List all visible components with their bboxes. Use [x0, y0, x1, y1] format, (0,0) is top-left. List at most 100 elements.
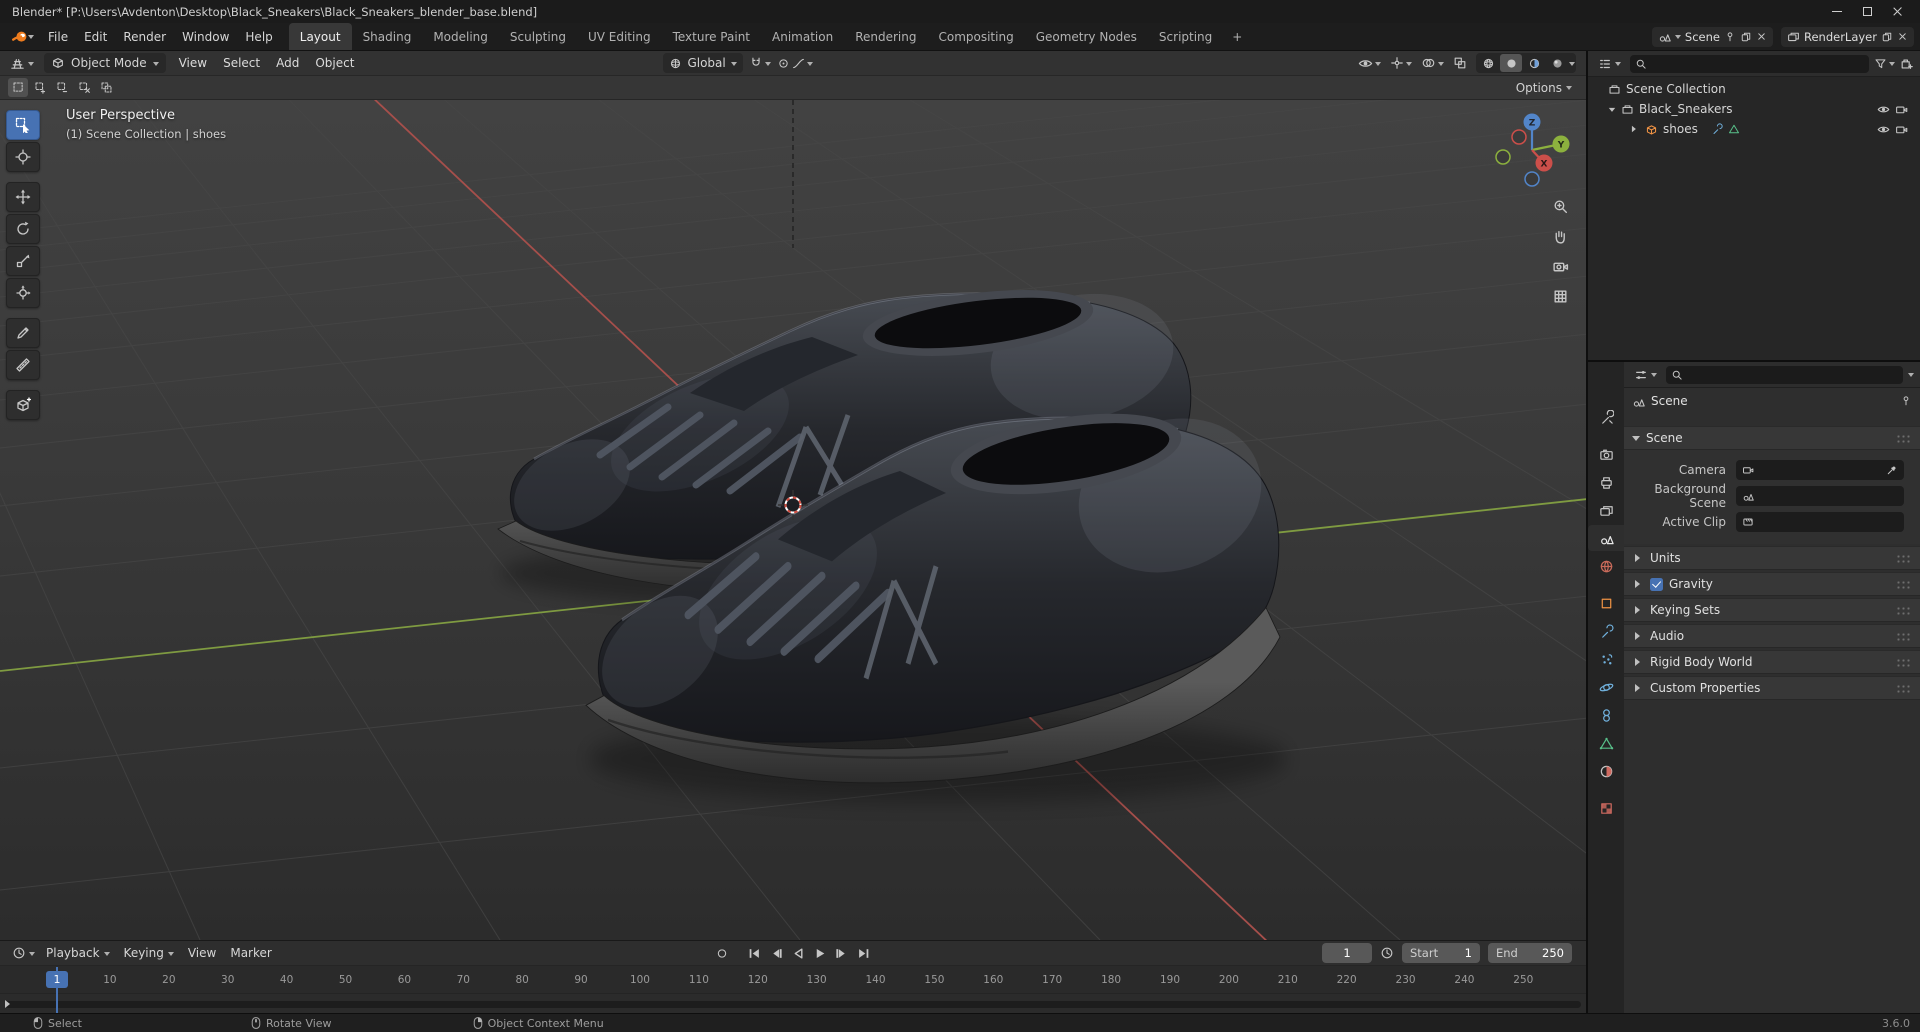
play-reverse-button[interactable]: [789, 944, 808, 963]
new-collection-icon[interactable]: [1900, 57, 1914, 71]
previous-keyframe-button[interactable]: [767, 944, 786, 963]
collapse-icon[interactable]: [1631, 125, 1639, 133]
menu-help[interactable]: Help: [237, 23, 280, 50]
jump-to-start-button[interactable]: [745, 944, 764, 963]
playback-menu[interactable]: Playback: [39, 946, 117, 960]
disable-render-toggle[interactable]: [1895, 103, 1908, 116]
shading-solid-button[interactable]: [1500, 54, 1522, 72]
disable-render-toggle[interactable]: [1895, 123, 1908, 136]
tool-add-cube-button[interactable]: [6, 390, 40, 420]
section-units-header[interactable]: Units: [1624, 546, 1920, 570]
shading-wireframe-button[interactable]: [1477, 54, 1499, 72]
drag-handle-icon[interactable]: [1896, 683, 1912, 693]
drag-handle-icon[interactable]: [1896, 433, 1912, 443]
gravity-checkbox[interactable]: [1650, 577, 1663, 591]
workspace-tab-geometry-nodes[interactable]: Geometry Nodes: [1025, 23, 1148, 50]
end-frame-field[interactable]: End 250: [1488, 943, 1572, 963]
outliner-row-shoes[interactable]: shoes: [1588, 119, 1920, 139]
props-tab-physics[interactable]: [1588, 674, 1624, 700]
workspace-tab-rendering[interactable]: Rendering: [844, 23, 927, 50]
object-visibility-dropdown[interactable]: [1358, 56, 1381, 71]
props-tab-render[interactable]: [1588, 441, 1624, 467]
props-tab-particles[interactable]: [1588, 646, 1624, 672]
props-tab-scene[interactable]: [1588, 525, 1624, 551]
add-workspace-button[interactable]: +: [1223, 23, 1251, 50]
play-button[interactable]: [811, 944, 830, 963]
timeline-view-menu[interactable]: View: [181, 946, 223, 960]
hide-eye-toggle[interactable]: [1877, 123, 1890, 136]
scene-selector[interactable]: Scene: [1651, 26, 1773, 47]
section-gravity-header[interactable]: Gravity: [1624, 572, 1920, 596]
minimize-button[interactable]: [1822, 0, 1852, 23]
select-mode-extend-button[interactable]: [30, 78, 50, 97]
proportional-editing-toggle[interactable]: [777, 57, 813, 70]
select-mode-set-button[interactable]: [8, 78, 28, 97]
select-menu[interactable]: Select: [216, 53, 267, 73]
jump-to-end-button[interactable]: [855, 944, 874, 963]
props-tab-texture[interactable]: [1588, 795, 1624, 821]
outliner-editor-type-button[interactable]: [1594, 54, 1625, 74]
mode-dropdown[interactable]: Object Mode: [44, 53, 166, 73]
editor-type-button[interactable]: [6, 53, 38, 73]
viewport-canvas[interactable]: User Perspective (1) Scene Collection | …: [0, 100, 1586, 940]
orientation-dropdown[interactable]: Global: [663, 53, 743, 73]
tool-annotate-button[interactable]: [6, 318, 40, 348]
filter-dropdown-icon[interactable]: [1908, 373, 1914, 380]
props-tab-modifiers[interactable]: [1588, 618, 1624, 644]
drag-handle-icon[interactable]: [1896, 657, 1912, 667]
shading-material-button[interactable]: [1523, 54, 1545, 72]
menu-render[interactable]: Render: [115, 23, 174, 50]
tool-measure-button[interactable]: [6, 350, 40, 380]
props-tab-object-data[interactable]: [1588, 730, 1624, 756]
maximize-button[interactable]: [1852, 0, 1882, 23]
outliner-row-black-sneakers[interactable]: Black_Sneakers: [1588, 99, 1920, 119]
timeline-editor-type-button[interactable]: [8, 943, 39, 963]
zoom-button[interactable]: [1550, 196, 1570, 216]
current-frame-field[interactable]: 1: [1322, 943, 1372, 963]
shading-rendered-button[interactable]: [1546, 54, 1568, 72]
workspace-tab-animation[interactable]: Animation: [761, 23, 844, 50]
tool-transform-button[interactable]: [6, 278, 40, 308]
start-frame-field[interactable]: Start 1: [1402, 943, 1480, 963]
eyedropper-icon[interactable]: [1886, 464, 1898, 476]
timeline-ruler[interactable]: 10 20 30 40 50 60 70 80 90 100 110 120 1…: [0, 966, 1586, 1008]
props-tab-output[interactable]: [1588, 469, 1624, 495]
expand-icon[interactable]: [1608, 107, 1616, 115]
background-scene-field[interactable]: [1736, 486, 1904, 506]
keying-menu[interactable]: Keying: [117, 946, 181, 960]
gizmos-dropdown[interactable]: [1390, 56, 1412, 70]
xray-toggle[interactable]: [1453, 56, 1467, 70]
section-keying-sets-header[interactable]: Keying Sets: [1624, 598, 1920, 622]
object-menu[interactable]: Object: [308, 53, 361, 73]
toggle-ortho-button[interactable]: [1550, 286, 1570, 306]
tool-scale-button[interactable]: [6, 246, 40, 276]
outliner-filter-button[interactable]: [1874, 57, 1895, 70]
props-tab-view-layer[interactable]: [1588, 497, 1624, 523]
workspace-tab-scripting[interactable]: Scripting: [1148, 23, 1223, 50]
unlink-icon[interactable]: [1756, 31, 1767, 42]
props-tab-object[interactable]: [1588, 590, 1624, 616]
snap-toggle[interactable]: [749, 56, 771, 70]
workspace-tab-sculpting[interactable]: Sculpting: [499, 23, 577, 50]
tool-move-button[interactable]: [6, 182, 40, 212]
view-menu[interactable]: View: [172, 53, 214, 73]
workspace-tab-texture-paint[interactable]: Texture Paint: [662, 23, 761, 50]
properties-editor-type-button[interactable]: [1630, 365, 1661, 385]
camera-view-button[interactable]: [1550, 256, 1570, 276]
select-mode-intersect-button[interactable]: [96, 78, 116, 97]
pin-icon[interactable]: [1724, 31, 1736, 43]
preview-range-icon[interactable]: [1380, 946, 1394, 960]
select-mode-invert-button[interactable]: [74, 78, 94, 97]
timeline-scrollbar[interactable]: [5, 1000, 1581, 1008]
section-custom-properties-header[interactable]: Custom Properties: [1624, 676, 1920, 700]
overlays-dropdown[interactable]: [1421, 56, 1444, 70]
props-tab-constraints[interactable]: [1588, 702, 1624, 728]
add-menu[interactable]: Add: [269, 53, 306, 73]
menu-edit[interactable]: Edit: [76, 23, 115, 50]
workspace-tab-uv-editing[interactable]: UV Editing: [577, 23, 662, 50]
blender-app-menu-button[interactable]: [6, 23, 40, 50]
section-rigid-body-world-header[interactable]: Rigid Body World: [1624, 650, 1920, 674]
drag-handle-icon[interactable]: [1896, 553, 1912, 563]
marker-menu[interactable]: Marker: [223, 946, 278, 960]
props-tab-material[interactable]: [1588, 758, 1624, 784]
